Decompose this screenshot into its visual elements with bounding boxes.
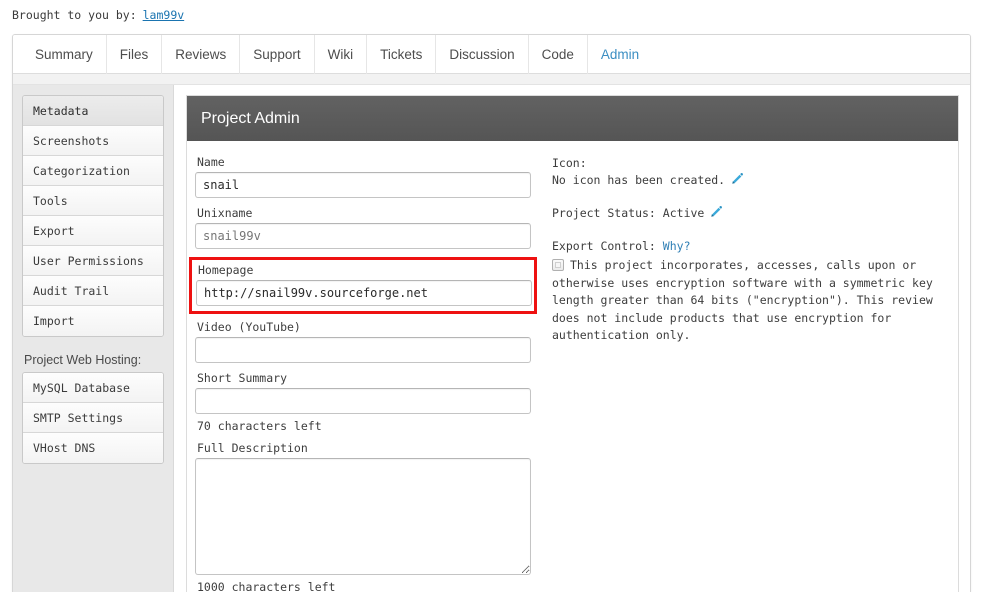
sidebar: Metadata Screenshots Categorization Tool… bbox=[13, 85, 174, 592]
video-label: Video (YouTube) bbox=[197, 320, 301, 334]
export-control-heading: Export Control: Why? bbox=[552, 238, 942, 255]
field-group-homepage-highlighted: Homepage bbox=[189, 257, 537, 314]
sidebar-item-smtp-settings[interactable]: SMTP Settings bbox=[23, 403, 163, 433]
project-status-label: Project Status: bbox=[552, 206, 656, 220]
nav-subbar bbox=[13, 74, 970, 85]
tab-tickets[interactable]: Tickets bbox=[367, 35, 437, 74]
video-input[interactable] bbox=[195, 337, 531, 363]
sidebar-item-screenshots[interactable]: Screenshots bbox=[23, 126, 163, 156]
form-column-right: Icon: No icon has been created. Project … bbox=[552, 155, 942, 361]
short-summary-input[interactable] bbox=[195, 388, 531, 414]
homepage-input[interactable] bbox=[196, 280, 532, 306]
unixname-input[interactable] bbox=[195, 223, 531, 249]
icon-status-line: No icon has been created. bbox=[552, 172, 942, 189]
project-admin-panel: Project Admin Name Unixname bbox=[186, 95, 959, 592]
name-input[interactable] bbox=[195, 172, 531, 198]
page-card: Summary Files Reviews Support Wiki Tickets Dis… bbox=[12, 34, 971, 592]
export-control-label: Export Control: bbox=[552, 239, 656, 253]
tab-code[interactable]: Code bbox=[529, 35, 588, 74]
tab-admin[interactable]: Admin bbox=[588, 35, 652, 74]
export-control-block: Export Control: Why? This project incorp… bbox=[552, 238, 942, 345]
project-status-block: Project Status: Active bbox=[552, 205, 942, 222]
homepage-label: Homepage bbox=[198, 263, 254, 277]
sidebar-item-export[interactable]: Export bbox=[23, 216, 163, 246]
full-description-textarea[interactable] bbox=[195, 458, 531, 575]
panel-body: Name Unixname Homepage bbox=[187, 141, 958, 592]
sidebar-item-audit-trail[interactable]: Audit Trail bbox=[23, 276, 163, 306]
page-root: Brought to you by: lam99v Summary Files Rev… bbox=[0, 0, 985, 592]
panel-title: Project Admin bbox=[187, 96, 958, 141]
export-control-checkbox[interactable] bbox=[552, 259, 564, 271]
project-status-edit-pencil-icon[interactable] bbox=[709, 205, 723, 219]
content-area: Project Admin Name Unixname bbox=[175, 85, 970, 592]
tab-discussion[interactable]: Discussion bbox=[436, 35, 529, 74]
sidebar-admin-group: Metadata Screenshots Categorization Tool… bbox=[22, 95, 164, 337]
sidebar-item-metadata[interactable]: Metadata bbox=[23, 96, 163, 126]
project-status-line: Project Status: Active bbox=[552, 205, 942, 222]
field-group-video: Video (YouTube) bbox=[195, 320, 543, 363]
project-status-value: Active bbox=[662, 206, 705, 220]
full-description-counter: 1000 characters left bbox=[197, 580, 336, 592]
icon-edit-pencil-icon[interactable] bbox=[730, 172, 744, 186]
sidebar-item-vhost-dns[interactable]: VHost DNS bbox=[23, 433, 163, 463]
nav-tabbar: Summary Files Reviews Support Wiki Tickets Dis… bbox=[13, 35, 970, 74]
field-group-full-description: Full Description 1000 characters left bbox=[195, 441, 543, 592]
full-description-label: Full Description bbox=[197, 441, 308, 455]
form-column-left: Name Unixname Homepage bbox=[189, 155, 543, 592]
tab-reviews[interactable]: Reviews bbox=[162, 35, 241, 74]
brought-to-you-by: Brought to you by: lam99v bbox=[12, 8, 184, 22]
icon-status-text: No icon has been created. bbox=[552, 173, 726, 187]
sidebar-item-tools[interactable]: Tools bbox=[23, 186, 163, 216]
tab-support[interactable]: Support bbox=[240, 35, 315, 74]
short-summary-label: Short Summary bbox=[197, 371, 288, 385]
sidebar-item-import[interactable]: Import bbox=[23, 306, 163, 336]
sidebar-hosting-group: MySQL Database SMTP Settings VHost DNS bbox=[22, 372, 164, 464]
project-owner-link[interactable]: lam99v bbox=[143, 8, 185, 22]
sidebar-item-categorization[interactable]: Categorization bbox=[23, 156, 163, 186]
body-wrapper: Metadata Screenshots Categorization Tool… bbox=[13, 85, 970, 592]
unixname-label: Unixname bbox=[197, 206, 253, 220]
export-control-paragraph: This project incorporates, accesses, cal… bbox=[552, 257, 940, 345]
icon-label: Icon: bbox=[552, 156, 587, 170]
field-group-short-summary: Short Summary 70 characters left bbox=[195, 371, 543, 433]
icon-block: Icon: No icon has been created. bbox=[552, 155, 942, 189]
sidebar-hosting-title: Project Web Hosting: bbox=[24, 353, 142, 367]
tab-wiki[interactable]: Wiki bbox=[315, 35, 368, 74]
field-group-name: Name bbox=[195, 155, 543, 198]
brought-to-you-by-label: Brought to you by: bbox=[12, 8, 137, 22]
name-label: Name bbox=[197, 155, 225, 169]
field-group-unixname: Unixname bbox=[195, 206, 543, 249]
tab-files[interactable]: Files bbox=[107, 35, 163, 74]
short-summary-counter: 70 characters left bbox=[197, 419, 322, 433]
sidebar-item-mysql-database[interactable]: MySQL Database bbox=[23, 373, 163, 403]
tab-summary[interactable]: Summary bbox=[22, 35, 107, 74]
export-control-why-link[interactable]: Why? bbox=[663, 239, 691, 253]
export-control-text: This project incorporates, accesses, cal… bbox=[552, 258, 933, 342]
sidebar-item-user-permissions[interactable]: User Permissions bbox=[23, 246, 163, 276]
